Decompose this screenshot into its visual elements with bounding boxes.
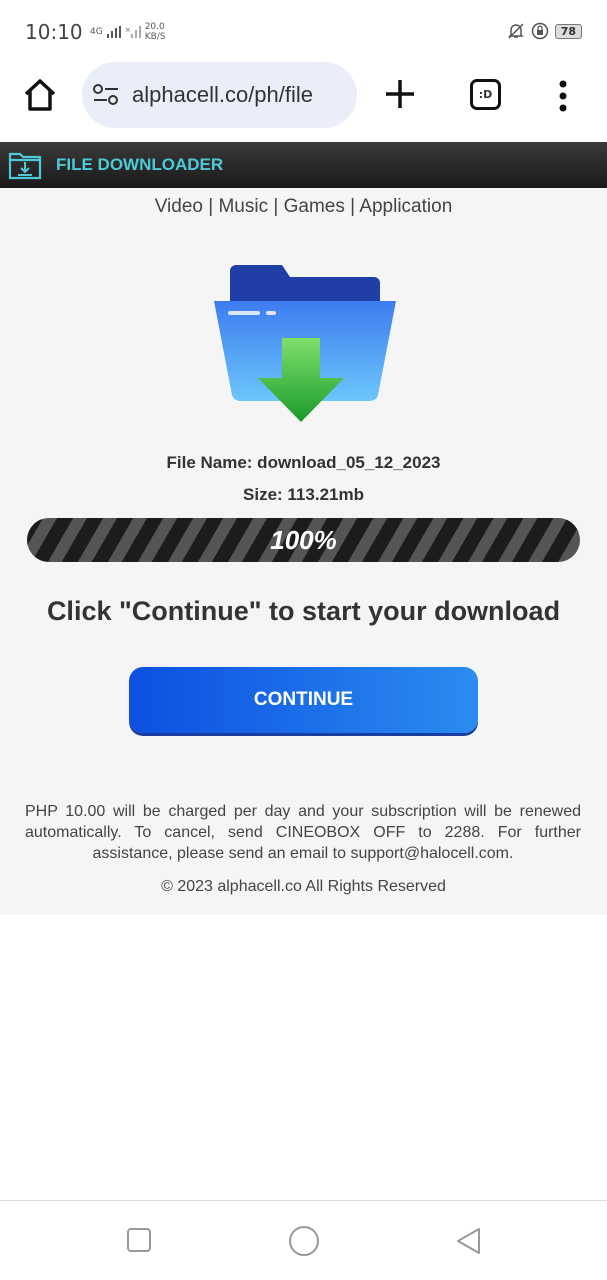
tab-switcher-button[interactable]: :D (470, 79, 501, 110)
address-bar[interactable]: alphacell.co/ph/file (82, 62, 357, 128)
continue-button[interactable]: CONTINUE (129, 667, 478, 733)
circle-icon (289, 1226, 319, 1256)
signal-off-icon: × (125, 26, 141, 38)
recents-button[interactable] (126, 1227, 152, 1257)
speed-unit: KB/S (144, 32, 166, 42)
home-icon[interactable] (22, 78, 58, 112)
battery-indicator: 78 (554, 23, 582, 39)
new-tab-icon[interactable] (384, 78, 416, 110)
site-title: FILE DOWNLOADER (56, 155, 224, 174)
home-nav-button[interactable] (288, 1225, 320, 1261)
main-content: Video | Music | Games | Application File… (0, 188, 607, 915)
svg-text:×: × (125, 26, 131, 34)
back-button[interactable] (455, 1227, 483, 1259)
url-text[interactable]: alphacell.co/ph/file (132, 82, 313, 108)
progress-bar: 100% (27, 518, 580, 562)
category-application[interactable]: Application (359, 196, 452, 217)
site-settings-icon[interactable] (92, 83, 120, 107)
copyright: © 2023 alphacell.co All Rights Reserved (161, 878, 446, 895)
file-name: File Name: download_05_12_2023 (166, 453, 441, 472)
status-bar: 10:10 4G × 20.0 KB/S 78 (0, 0, 607, 60)
category-video[interactable]: Video (155, 196, 203, 217)
file-size: Size: 113.21mb (243, 485, 364, 504)
android-nav-bar (0, 1200, 607, 1280)
folder-download-icon (8, 152, 42, 180)
square-icon (127, 1228, 151, 1252)
category-nav: Video | Music | Games | Application (154, 196, 453, 217)
network-type: 4G (90, 27, 103, 37)
progress-label: 100% (270, 525, 337, 555)
site-header: FILE DOWNLOADER (0, 142, 607, 188)
speed-value: 20.0 (144, 22, 165, 32)
clock: 10:10 (25, 20, 83, 44)
subscription-notice: PHP 10.00 will be charged per day and yo… (25, 803, 581, 862)
back-triangle-icon (457, 1228, 480, 1254)
more-menu-icon[interactable] (558, 80, 568, 112)
browser-toolbar: alphacell.co/ph/file :D (0, 60, 607, 142)
network-indicators: 4G × 20.0 KB/S (90, 22, 166, 42)
signal-icon (106, 26, 121, 38)
category-music[interactable]: Music (218, 196, 268, 217)
instruction-heading: Click "Continue" to start your download (46, 596, 561, 626)
bell-off-icon (507, 23, 524, 39)
category-games[interactable]: Games (284, 196, 345, 217)
rotation-lock-icon (531, 22, 548, 40)
folder-download-illustration (214, 265, 396, 422)
